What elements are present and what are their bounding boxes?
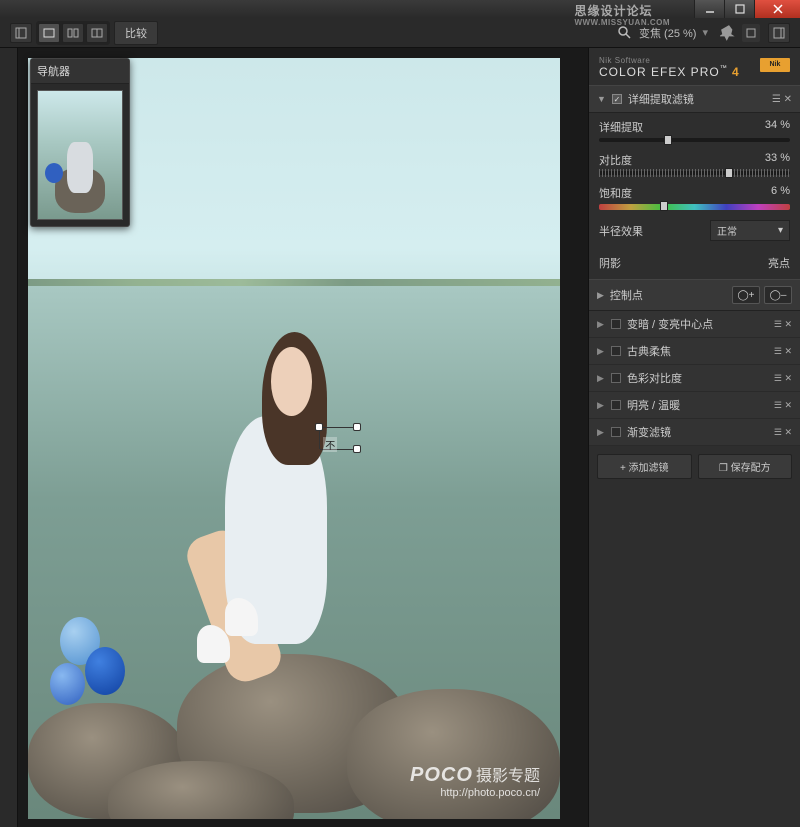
view-mode-group bbox=[36, 21, 110, 45]
filter-checkbox[interactable] bbox=[611, 427, 621, 437]
chevron-down-icon: ▾ bbox=[702, 26, 708, 39]
chevron-right-icon: ▶ bbox=[597, 373, 605, 384]
view-single-icon[interactable] bbox=[38, 23, 60, 43]
filter-checkbox[interactable] bbox=[611, 346, 621, 356]
remove-control-point-button[interactable]: ◯– bbox=[764, 286, 792, 304]
filter-header-controls[interactable]: ☰ ✕ bbox=[772, 94, 792, 105]
detail-slider[interactable]: 详细提取34 % bbox=[589, 113, 800, 146]
filter-checkbox[interactable] bbox=[611, 319, 621, 329]
chevron-right-icon: ▶ bbox=[597, 319, 605, 330]
photo-figure bbox=[188, 302, 374, 683]
navigator-title: 导航器 bbox=[31, 59, 129, 84]
save-recipe-button[interactable]: ❐ 保存配方 bbox=[698, 454, 793, 479]
view-split-icon[interactable] bbox=[62, 23, 84, 43]
contrast-slider[interactable]: 对比度33 % bbox=[589, 146, 800, 179]
filter-item[interactable]: ▶ 色彩对比度 ☰ ✕ bbox=[589, 365, 800, 392]
filter-item[interactable]: ▶ 渐变滤镜 ☰ ✕ bbox=[589, 419, 800, 446]
wm-brand: POCO bbox=[410, 764, 473, 786]
filter-list: ▶ 变暗 / 变亮中心点 ☰ ✕ ▶ 古典柔焦 ☰ ✕ ▶ 色彩对比度 ☰ ✕ ▶ 明亮 / 温暖 ☰… bbox=[589, 311, 800, 446]
saturation-slider[interactable]: 饱和度6 % bbox=[589, 179, 800, 214]
add-control-point-button[interactable]: ◯+ bbox=[732, 286, 760, 304]
navigator-thumbnail[interactable] bbox=[37, 90, 123, 220]
watermark-top: 思缘设计论坛 WWW.MISSYUAN.COM bbox=[574, 2, 670, 27]
window-titlebar bbox=[0, 0, 800, 18]
shadows-highlights-row: 阴影 亮点 bbox=[589, 247, 800, 279]
filter-label: 古典柔焦 bbox=[627, 343, 671, 359]
radius-label: 半径效果 bbox=[599, 223, 643, 239]
close-button[interactable] bbox=[754, 0, 800, 18]
chevron-right-icon: ▶ bbox=[597, 346, 605, 357]
chevron-right-icon: ▶ bbox=[597, 427, 605, 438]
current-filter-label: 详细提取滤镜 bbox=[628, 91, 694, 107]
filter-item[interactable]: ▶ 明亮 / 温暖 ☰ ✕ bbox=[589, 392, 800, 419]
shadows-label: 阴影 bbox=[599, 255, 621, 271]
add-filter-button[interactable]: + 添加滤镜 bbox=[597, 454, 692, 479]
filter-item[interactable]: ▶ 变暗 / 变亮中心点 ☰ ✕ bbox=[589, 311, 800, 338]
filter-checkbox[interactable] bbox=[611, 400, 621, 410]
current-filter-header[interactable]: ▼ ✓ 详细提取滤镜 ☰ ✕ bbox=[589, 85, 800, 113]
canvas-area: 不 POCO 摄影专题 http://photo.poco.cn/ 导航器 bbox=[0, 48, 588, 827]
navigator-panel[interactable]: 导航器 bbox=[30, 58, 130, 227]
filter-item[interactable]: ▶ 古典柔焦 ☰ ✕ bbox=[589, 338, 800, 365]
chevron-right-icon: ▶ bbox=[597, 290, 604, 301]
side-panel-toggle-icon[interactable] bbox=[768, 23, 790, 43]
filter-label: 色彩对比度 bbox=[627, 370, 682, 386]
side-panel: Nik Nik Software COLOR EFEX PRO™ 4 ▼ ✓ 详… bbox=[588, 48, 800, 827]
left-panel-strip[interactable] bbox=[0, 48, 18, 827]
highlights-label: 亮点 bbox=[768, 255, 790, 271]
top-toolbar: 比较 变焦 (25 %) ▾ bbox=[0, 18, 800, 48]
watermark-title: 思缘设计论坛 bbox=[574, 4, 652, 18]
action-row: + 添加滤镜 ❐ 保存配方 bbox=[589, 446, 800, 487]
wm-text: 摄影专题 bbox=[476, 768, 540, 785]
wm-url: http://photo.poco.cn/ bbox=[410, 787, 540, 799]
chevron-right-icon: ▶ bbox=[597, 400, 605, 411]
filter-item-controls[interactable]: ☰ ✕ bbox=[774, 400, 792, 411]
panel-toggle-icon[interactable] bbox=[10, 23, 32, 43]
view-side-icon[interactable] bbox=[86, 23, 108, 43]
filter-checkbox[interactable] bbox=[611, 373, 621, 383]
brand-header: Nik Nik Software COLOR EFEX PRO™ 4 bbox=[589, 48, 800, 85]
compare-button[interactable]: 比较 bbox=[114, 21, 158, 45]
control-points-row[interactable]: ▶ 控制点 ◯+ ◯– bbox=[589, 279, 800, 311]
settings-icon[interactable] bbox=[742, 24, 760, 42]
filter-item-controls[interactable]: ☰ ✕ bbox=[774, 373, 792, 384]
chevron-down-icon: ▾ bbox=[778, 225, 783, 236]
filter-item-controls[interactable]: ☰ ✕ bbox=[774, 346, 792, 357]
watermark-url: WWW.MISSYUAN.COM bbox=[574, 18, 670, 27]
filter-label: 明亮 / 温暖 bbox=[627, 397, 680, 413]
control-points-label: 控制点 bbox=[610, 287, 643, 303]
maximize-button[interactable] bbox=[724, 0, 754, 18]
watermark-bottom: POCO 摄影专题 http://photo.poco.cn/ bbox=[410, 762, 540, 799]
pin-icon[interactable] bbox=[720, 24, 738, 42]
radius-select[interactable]: 正常 ▾ bbox=[710, 220, 790, 241]
chevron-down-icon: ▼ bbox=[597, 94, 606, 104]
minimize-button[interactable] bbox=[694, 0, 724, 18]
radius-effect-row: 半径效果 正常 ▾ bbox=[589, 214, 800, 247]
filter-label: 渐变滤镜 bbox=[627, 424, 671, 440]
brand-logo: Nik bbox=[760, 58, 790, 72]
filter-label: 变暗 / 变亮中心点 bbox=[627, 316, 713, 332]
filter-item-controls[interactable]: ☰ ✕ bbox=[774, 427, 792, 438]
filter-enabled-checkbox[interactable]: ✓ bbox=[612, 94, 622, 104]
control-point-label: 不 bbox=[323, 437, 337, 452]
filter-item-controls[interactable]: ☰ ✕ bbox=[774, 319, 792, 330]
